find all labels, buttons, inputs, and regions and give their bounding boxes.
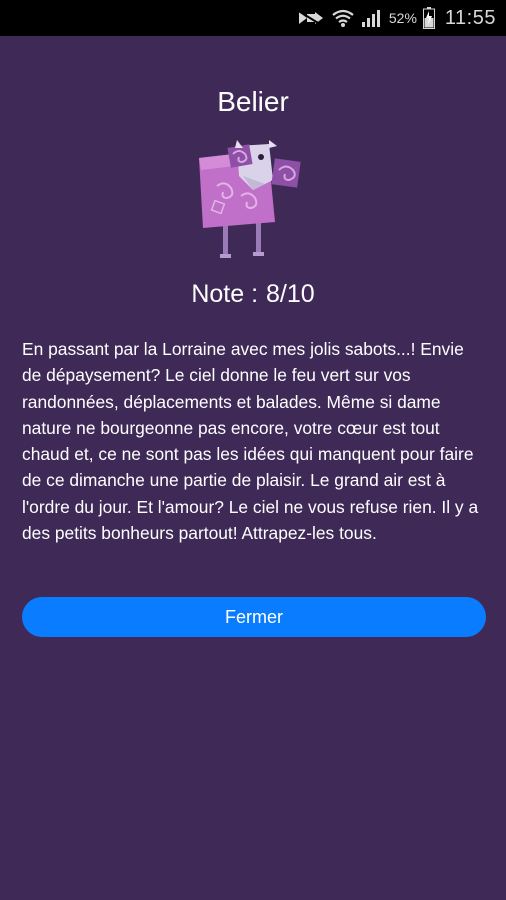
note-label: Note :: [191, 280, 259, 308]
note-value: 8/10: [266, 280, 315, 308]
signal-icon: [361, 10, 380, 27]
clock: 11:55: [444, 6, 496, 29]
battery-icon: [422, 7, 435, 29]
aries-ram-icon: [199, 140, 301, 258]
note-score: Note :8/10: [0, 280, 506, 309]
close-button[interactable]: Fermer: [22, 597, 486, 637]
status-icons: 52% 11:55: [295, 0, 496, 36]
sign-title: Belier: [217, 86, 289, 117]
battery-percent: 52%: [388, 10, 417, 26]
status-bar: 52% 11:55: [0, 0, 506, 36]
wifi-icon: [332, 9, 354, 27]
notification-mute-icon: [296, 9, 324, 27]
horoscope-text: En passant par la Lorraine avec mes joli…: [22, 339, 479, 544]
